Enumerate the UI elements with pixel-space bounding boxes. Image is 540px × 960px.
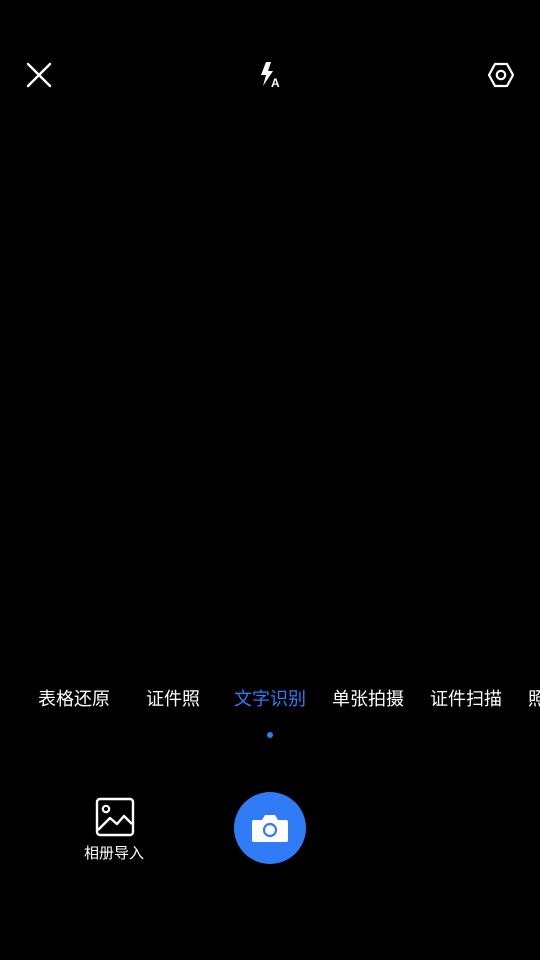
settings-hex-icon	[487, 62, 515, 88]
shutter-button[interactable]	[234, 792, 306, 864]
mode-single-shot[interactable]: 单张拍摄	[332, 686, 404, 714]
mode-selector[interactable]: 表格还原 证件照 文字识别 单张拍摄 证件扫描 照	[0, 686, 540, 714]
svg-text:A: A	[271, 76, 280, 89]
album-import-label: 相册导入	[83, 844, 144, 862]
settings-button[interactable]	[482, 56, 520, 94]
close-icon	[26, 62, 52, 88]
flash-auto-button[interactable]: A	[251, 56, 289, 94]
mode-text-recognition[interactable]: 文字识别	[234, 686, 306, 714]
camera-viewfinder[interactable]	[0, 110, 540, 670]
mode-id-photo[interactable]: 证件照	[146, 686, 200, 714]
mode-id-scan[interactable]: 证件扫描	[430, 686, 502, 714]
album-import-button[interactable]: 相册导入	[76, 796, 152, 868]
flash-auto-icon: A	[261, 62, 280, 89]
close-button[interactable]	[20, 56, 58, 94]
image-icon	[95, 797, 135, 837]
camera-icon	[252, 815, 288, 842]
mode-photo-partial[interactable]: 照	[528, 686, 540, 714]
mode-table-restore[interactable]: 表格还原	[38, 686, 110, 714]
active-mode-indicator	[267, 732, 273, 738]
